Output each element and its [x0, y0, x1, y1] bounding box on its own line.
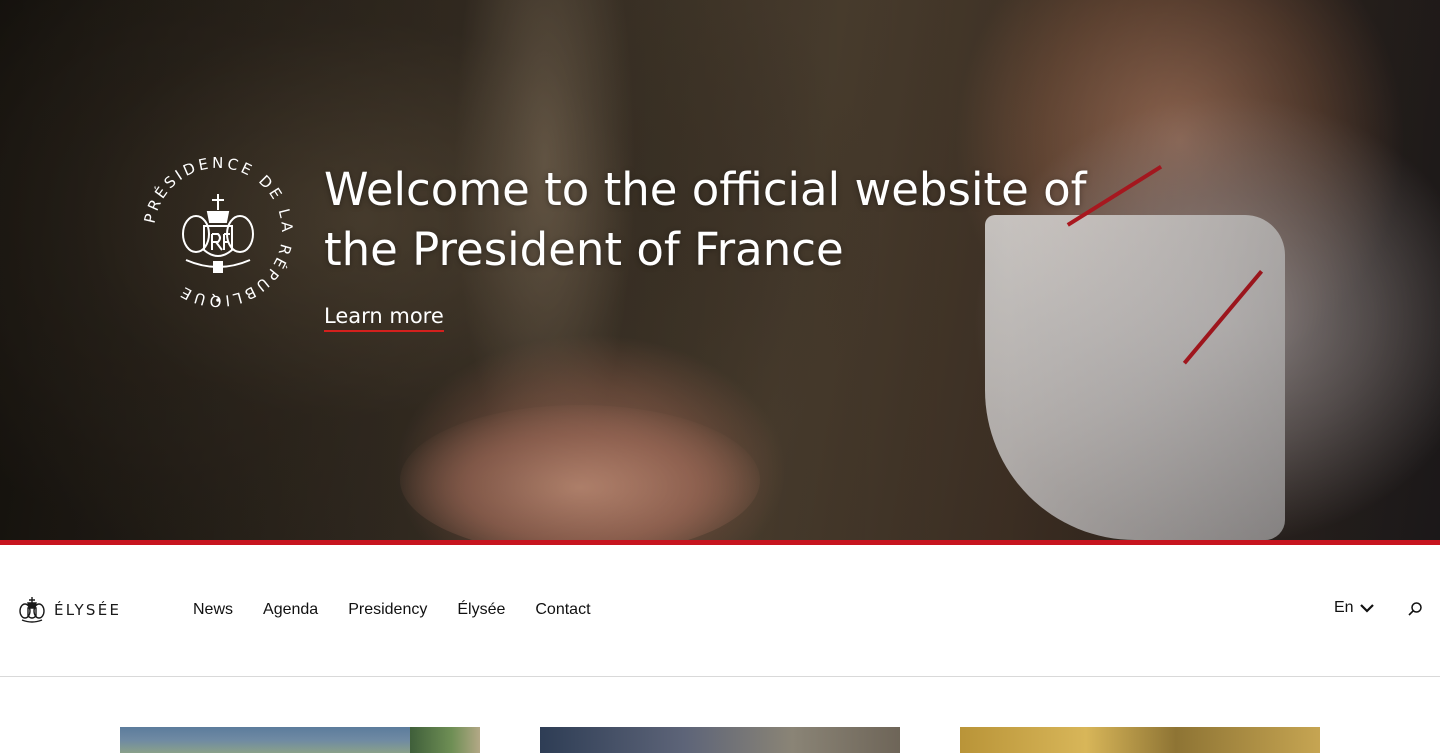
hero-banner: PRÉSIDENCE DE LA RÉPUBLIQUE Welcome to t…: [0, 0, 1440, 541]
nav-item-contact: Contact: [535, 599, 590, 621]
nav-link-agenda[interactable]: Agenda: [263, 601, 318, 618]
search-icon[interactable]: [1407, 601, 1423, 617]
learn-more-link[interactable]: Learn more: [324, 304, 444, 332]
nav-item-presidency: Presidency: [348, 599, 427, 621]
logo-text: ÉLYSÉE: [54, 601, 122, 619]
nav-link-contact[interactable]: Contact: [535, 601, 590, 618]
featured-cards: [0, 727, 1440, 753]
nav-link-elysee[interactable]: Élysée: [457, 601, 505, 618]
news-card-image-1[interactable]: [120, 727, 480, 753]
elysee-emblem-icon: [19, 597, 45, 623]
site-header: ÉLYSÉE News Agenda Presidency Élysée Con…: [0, 545, 1440, 677]
news-card-image-3[interactable]: [960, 727, 1320, 753]
hero-title: Welcome to the official website of the P…: [324, 163, 1087, 276]
language-selector[interactable]: En: [1334, 599, 1374, 617]
nav-item-agenda: Agenda: [263, 599, 318, 621]
presidency-seal-logo: PRÉSIDENCE DE LA RÉPUBLIQUE: [141, 154, 297, 310]
svg-text:PRÉSIDENCE DE LA RÉPUBLIQUE: PRÉSIDENCE DE LA RÉPUBLIQUE: [141, 154, 297, 310]
language-label: En: [1334, 599, 1354, 616]
elysee-logo-link[interactable]: ÉLYSÉE: [18, 594, 121, 626]
news-card-image-2[interactable]: [540, 727, 900, 753]
seal-text: PRÉSIDENCE DE LA RÉPUBLIQUE: [141, 154, 293, 310]
nav-link-news[interactable]: News: [193, 601, 233, 618]
chevron-down-icon: [1359, 604, 1374, 613]
nav-item-elysee: Élysée: [457, 599, 505, 621]
nav-link-presidency[interactable]: Presidency: [348, 601, 427, 618]
main-nav: News Agenda Presidency Élysée Contact: [193, 599, 591, 621]
nav-item-news: News: [193, 599, 233, 621]
